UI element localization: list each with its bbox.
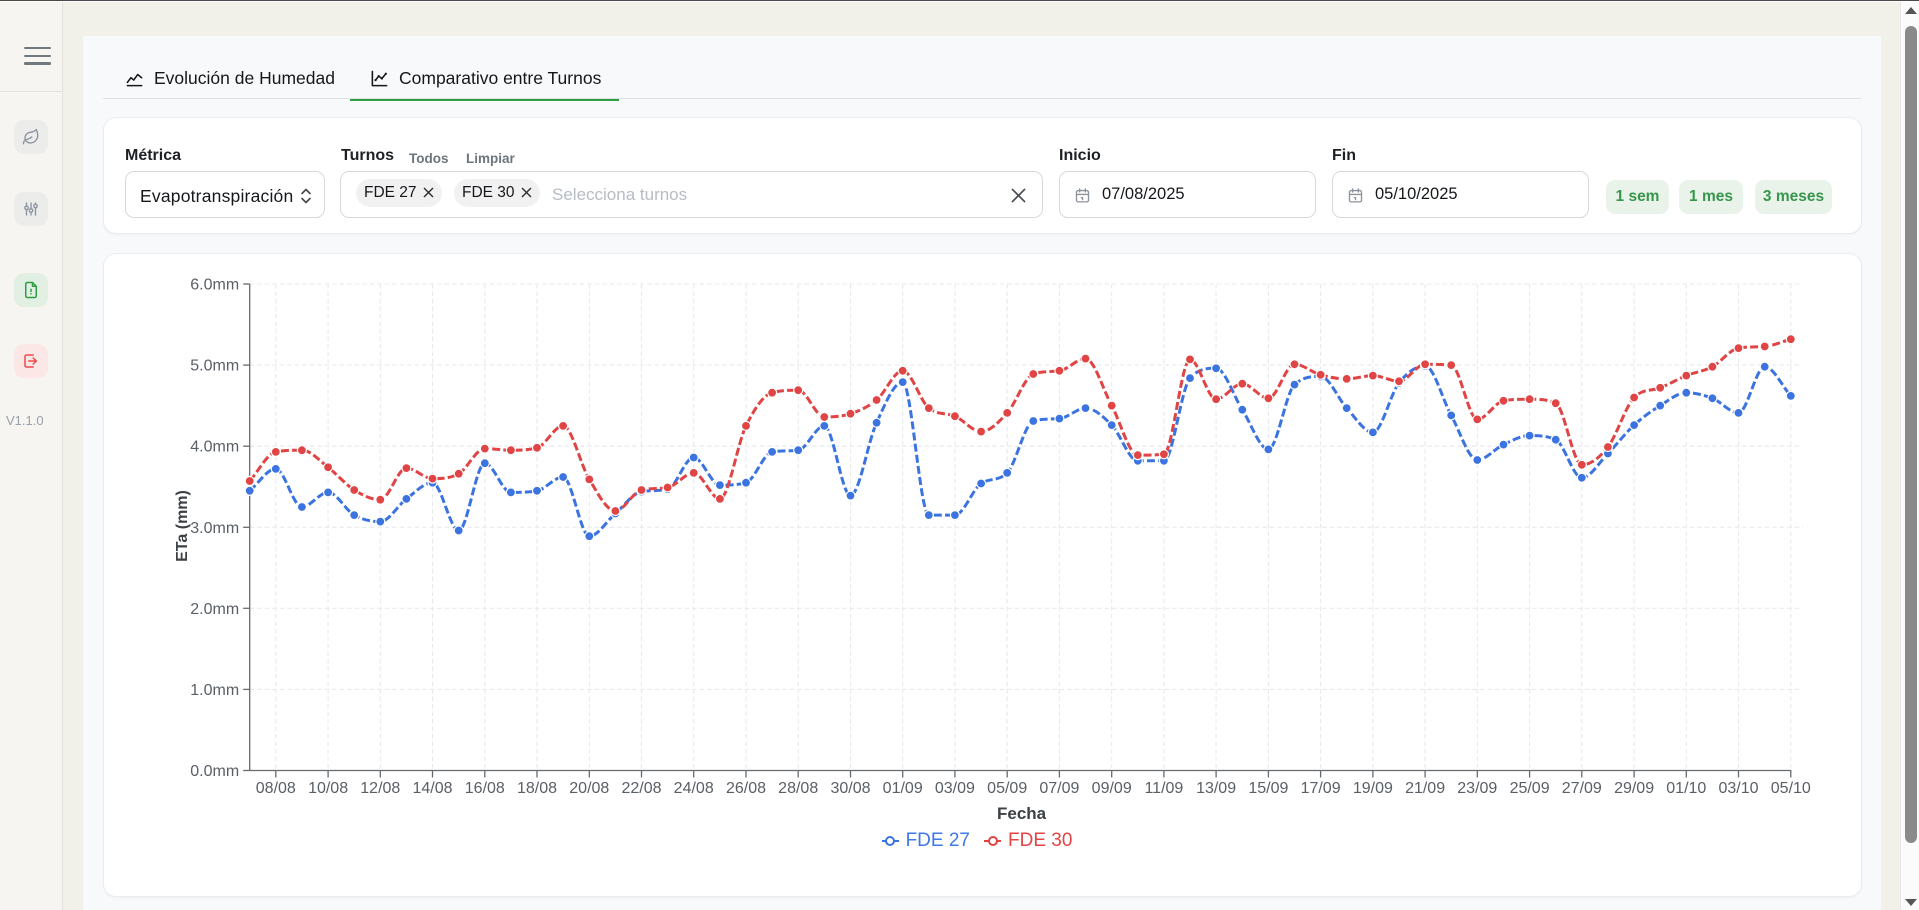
svg-text:26/08: 26/08: [726, 780, 766, 797]
svg-text:6.0mm: 6.0mm: [190, 277, 239, 294]
svg-text:0.0mm: 0.0mm: [190, 763, 239, 780]
svg-text:12/08: 12/08: [360, 780, 400, 797]
svg-text:01/10: 01/10: [1666, 780, 1706, 797]
svg-text:09/09: 09/09: [1092, 780, 1132, 797]
svg-text:18/08: 18/08: [517, 780, 557, 797]
svg-text:24/08: 24/08: [674, 780, 714, 797]
svg-text:3.0mm: 3.0mm: [190, 520, 239, 537]
svg-text:03/09: 03/09: [935, 780, 975, 797]
svg-text:20/08: 20/08: [569, 780, 609, 797]
svg-text:11/09: 11/09: [1144, 780, 1183, 797]
svg-text:16/08: 16/08: [465, 780, 505, 797]
svg-text:17/09: 17/09: [1301, 780, 1341, 797]
svg-text:4.0mm: 4.0mm: [190, 439, 239, 456]
svg-text:08/08: 08/08: [256, 780, 296, 797]
svg-text:23/09: 23/09: [1457, 780, 1497, 797]
svg-text:25/09: 25/09: [1510, 780, 1550, 797]
svg-text:14/08: 14/08: [412, 780, 452, 797]
svg-text:15/09: 15/09: [1248, 780, 1288, 797]
svg-text:28/08: 28/08: [778, 780, 818, 797]
svg-text:01/09: 01/09: [883, 780, 923, 797]
svg-text:29/09: 29/09: [1614, 780, 1654, 797]
svg-text:10/08: 10/08: [308, 780, 348, 797]
svg-text:07/09: 07/09: [1039, 780, 1079, 797]
svg-text:1.0mm: 1.0mm: [190, 682, 239, 699]
svg-text:2.0mm: 2.0mm: [190, 601, 239, 618]
svg-text:5.0mm: 5.0mm: [190, 358, 239, 375]
svg-text:05/09: 05/09: [987, 780, 1027, 797]
svg-text:19/09: 19/09: [1353, 780, 1393, 797]
svg-text:05/10: 05/10: [1771, 780, 1811, 797]
svg-text:03/10: 03/10: [1718, 780, 1758, 797]
svg-text:22/08: 22/08: [621, 780, 661, 797]
svg-text:21/09: 21/09: [1405, 780, 1445, 797]
svg-text:27/09: 27/09: [1562, 780, 1602, 797]
svg-text:30/08: 30/08: [830, 780, 870, 797]
svg-text:13/09: 13/09: [1196, 780, 1236, 797]
